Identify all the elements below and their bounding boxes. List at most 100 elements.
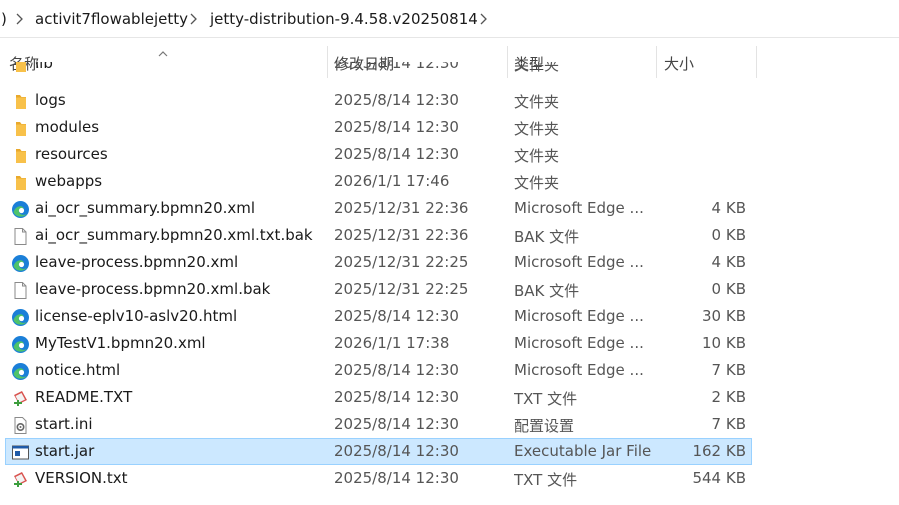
file-row[interactable]: start.jar 2025/8/14 12:30 Executable Jar F…	[5, 438, 752, 465]
file-name: license-eplv10-aslv20.html	[35, 307, 238, 325]
file-name: start.ini	[35, 415, 93, 433]
file-row[interactable]: webapps 2026/1/1 17:46 文件夹	[5, 168, 752, 195]
file-type: BAK 文件	[514, 282, 580, 300]
file-size: 162 KB	[692, 442, 746, 460]
file-row[interactable]: README.TXT 2025/8/14 12:30 TXT 文件 2 KB	[5, 384, 752, 411]
file-name: resources	[35, 145, 108, 163]
file-size: 0 KB	[711, 280, 746, 298]
file-date: 2025/8/14 12:30	[334, 91, 459, 109]
file-date: 2025/12/31 22:36	[334, 199, 469, 217]
folder-icon	[11, 119, 30, 138]
file-size: 30 KB	[702, 307, 746, 325]
file-type: Microsoft Edge ...	[514, 361, 644, 379]
file-row[interactable]: resources 2025/8/14 12:30 文件夹	[5, 141, 752, 168]
file-list: lib 2025/8/14 12:30 文件夹 logs 2025/8/14 12:30…	[0, 62, 899, 505]
file-name: VERSION.txt	[35, 469, 128, 487]
chevron-right-icon[interactable]	[188, 10, 200, 28]
file-date: 2025/8/14 12:30	[334, 118, 459, 136]
folder-icon	[11, 92, 30, 111]
folder-icon	[11, 62, 30, 74]
folder-icon	[11, 173, 30, 192]
file-date: 2025/8/14 12:30	[334, 388, 459, 406]
file-date: 2025/8/14 12:30	[334, 442, 459, 460]
file-type: 文件夹	[514, 62, 560, 74]
file-name: modules	[35, 118, 100, 136]
file-size: 4 KB	[711, 199, 746, 217]
file-size: 0 KB	[711, 226, 746, 244]
file-row[interactable]: VERSION.txt 2025/8/14 12:30 TXT 文件 544 KB	[5, 465, 752, 492]
file-row[interactable]: MyTestV1.bpmn20.xml 2026/1/1 17:38 Microso…	[5, 330, 752, 357]
edge-icon	[11, 308, 30, 327]
file-size: 7 KB	[711, 361, 746, 379]
file-name: lib	[35, 62, 53, 72]
file-row[interactable]: leave-process.bpmn20.xml.bak 2025/12/31 2…	[5, 276, 752, 303]
edge-icon	[11, 200, 30, 219]
file-row[interactable]: start.ini 2025/8/14 12:30 配置设置 7 KB	[5, 411, 752, 438]
file-type: BAK 文件	[514, 228, 580, 246]
txt-editor-icon	[11, 389, 30, 408]
file-row[interactable]: license-eplv10-aslv20.html 2025/8/14 12:3…	[5, 303, 752, 330]
file-type: TXT 文件	[514, 471, 578, 489]
file-name: leave-process.bpmn20.xml.bak	[35, 280, 271, 298]
file-type: Microsoft Edge ...	[514, 307, 644, 325]
file-type: TXT 文件	[514, 390, 578, 408]
file-row[interactable]: ai_ocr_summary.bpmn20.xml.txt.bak 2025/12…	[5, 222, 752, 249]
file-size: 7 KB	[711, 415, 746, 433]
file-size: 4 KB	[711, 253, 746, 271]
file-row[interactable]: notice.html 2025/8/14 12:30 Microsoft Edge…	[5, 357, 752, 384]
breadcrumb-item-jetty-distribution[interactable]: jetty-distribution-9.4.58.v20250814	[210, 10, 478, 28]
file-name: webapps	[35, 172, 103, 190]
file-row[interactable]: ai_ocr_summary.bpmn20.xml 2025/12/31 22:3…	[5, 195, 752, 222]
edge-icon	[11, 362, 30, 381]
file-type: Microsoft Edge ...	[514, 199, 644, 217]
file-date: 2026/1/1 17:46	[334, 172, 450, 190]
file-date: 2025/8/14 12:30	[334, 361, 459, 379]
file-row[interactable]: lib 2025/8/14 12:30 文件夹	[5, 62, 752, 77]
breadcrumb: :) activit7flowablejetty jetty-distribut…	[0, 0, 899, 38]
file-type: Executable Jar File	[514, 442, 652, 460]
file-type: 文件夹	[514, 174, 560, 192]
chevron-right-icon[interactable]	[14, 10, 26, 28]
file-type: Microsoft Edge ...	[514, 253, 644, 271]
file-row[interactable]: logs 2025/8/14 12:30 文件夹	[5, 87, 752, 114]
file-date: 2025/12/31 22:25	[334, 253, 469, 271]
file-date: 2025/12/31 22:36	[334, 226, 469, 244]
file-date: 2025/12/31 22:25	[334, 280, 469, 298]
file-name: leave-process.bpmn20.xml	[35, 253, 239, 271]
file-name: notice.html	[35, 361, 121, 379]
file-type: Microsoft Edge ...	[514, 334, 644, 352]
file-size: 2 KB	[711, 388, 746, 406]
folder-icon	[11, 146, 30, 165]
jar-file-icon	[11, 443, 30, 462]
blank-file-icon	[11, 281, 30, 300]
file-row[interactable]: leave-process.bpmn20.xml 2025/12/31 22:25…	[5, 249, 752, 276]
edge-icon	[11, 335, 30, 354]
file-date: 2025/8/14 12:30	[334, 307, 459, 325]
settings-file-icon	[11, 416, 30, 435]
file-row[interactable]: modules 2025/8/14 12:30 文件夹	[5, 114, 752, 141]
file-name: start.jar	[35, 442, 95, 460]
file-name: ai_ocr_summary.bpmn20.xml	[35, 199, 256, 217]
file-type: 文件夹	[514, 120, 560, 138]
file-date: 2026/1/1 17:38	[334, 334, 450, 352]
file-name: logs	[35, 91, 66, 109]
sort-ascending-icon	[157, 44, 169, 57]
edge-icon	[11, 254, 30, 273]
file-date: 2025/8/14 12:30	[334, 415, 459, 433]
txt-editor-icon	[11, 470, 30, 489]
file-date: 2025/8/14 12:30	[334, 145, 459, 163]
file-date: 2025/8/14 12:30	[334, 62, 459, 72]
file-date: 2025/8/14 12:30	[334, 469, 459, 487]
breadcrumb-item-drive[interactable]: :)	[0, 10, 7, 28]
file-type: 文件夹	[514, 147, 560, 165]
breadcrumb-item-activit7flowablejetty[interactable]: activit7flowablejetty	[35, 10, 188, 28]
file-name: README.TXT	[35, 388, 133, 406]
file-type: 文件夹	[514, 93, 560, 111]
file-size: 544 KB	[692, 469, 746, 487]
file-name: ai_ocr_summary.bpmn20.xml.txt.bak	[35, 226, 313, 244]
blank-file-icon	[11, 227, 30, 246]
file-size: 10 KB	[702, 334, 746, 352]
file-type: 配置设置	[514, 417, 575, 435]
file-name: MyTestV1.bpmn20.xml	[35, 334, 206, 352]
chevron-right-icon[interactable]	[478, 10, 490, 28]
